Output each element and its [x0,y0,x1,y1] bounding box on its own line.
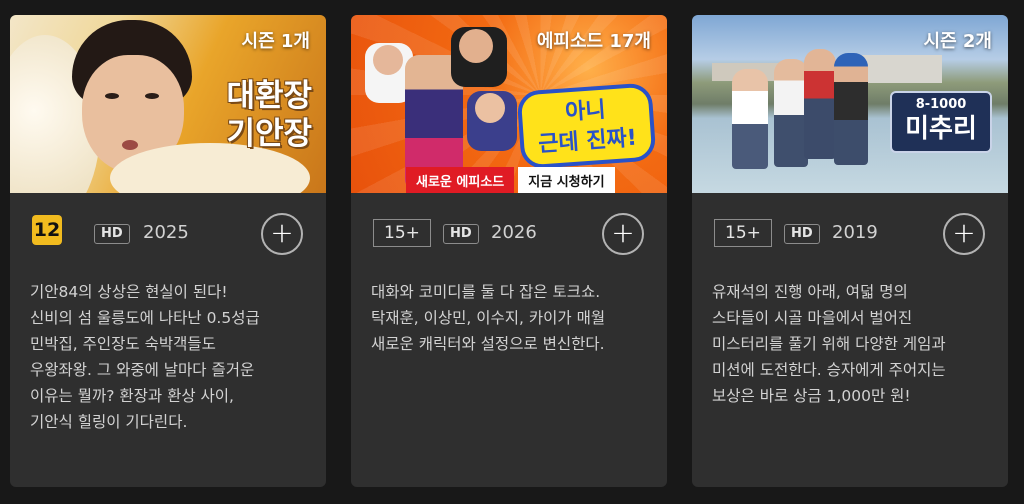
new-episode-badge: 새로운 에피소드 [406,167,515,193]
description: 유재석의 진행 아래, 여덟 명의 스타들이 시골 마을에서 벌어진 미스터리를… [712,283,946,405]
thumbnail-title: 8-1000 미추리 [890,91,992,153]
title-card-daehwanjang[interactable]: 대환장 기안장 시즌 1개 12 HD 2025 + 기안84의 상상은 현실이… [10,15,326,487]
release-year: 2019 [832,222,878,243]
plus-icon: + [952,216,976,249]
description: 기안84의 상상은 현실이 된다! 신비의 섬 울릉도에 나타난 0.5성급 민… [30,283,260,431]
season-count: 시즌 2개 [923,31,992,52]
release-year: 2025 [143,222,189,243]
add-to-list-button[interactable]: + [261,213,303,255]
meta-row: 15+ HD 2019 + [692,193,1008,277]
watch-now-badge: 지금 시청하기 [518,167,615,193]
meta-row: 12 HD 2025 + [10,193,326,277]
thumbnail-title: 대환장 기안장 [226,78,312,152]
title-card-michuri[interactable]: 8-1000 미추리 시즌 2개 15+ HD 2019 + 유재석의 진행 아… [692,15,1008,487]
meta-row: 15+ HD 2026 + [351,193,667,277]
release-year: 2026 [491,222,537,243]
season-count: 시즌 1개 [241,31,310,52]
episode-count: 에피소드 17개 [536,31,651,52]
plus-icon: + [270,216,294,249]
age-rating-badge: 15+ [373,219,431,247]
description: 대화와 코미디를 둘 다 잡은 토크쇼. 탁재훈, 이상민, 이수지, 카이가 … [371,283,606,353]
plus-icon: + [611,216,635,249]
thumbnail-title: 아니 근데 진짜! [516,82,657,170]
title-card-anigeunde-jinjja[interactable]: 아니 근데 진짜! 새로운 에피소드 지금 시청하기 에피소드 17개 15+ … [351,15,667,487]
age-rating-badge: 12 [32,215,62,245]
thumbnail[interactable]: 아니 근데 진짜! 새로운 에피소드 지금 시청하기 에피소드 17개 [351,15,667,193]
add-to-list-button[interactable]: + [943,213,985,255]
add-to-list-button[interactable]: + [602,213,644,255]
age-rating-badge: 15+ [714,219,772,247]
hd-badge: HD [443,224,479,244]
hd-badge: HD [94,224,130,244]
thumbnail[interactable]: 8-1000 미추리 시즌 2개 [692,15,1008,193]
thumbnail[interactable]: 대환장 기안장 시즌 1개 [10,15,326,193]
hd-badge: HD [784,224,820,244]
